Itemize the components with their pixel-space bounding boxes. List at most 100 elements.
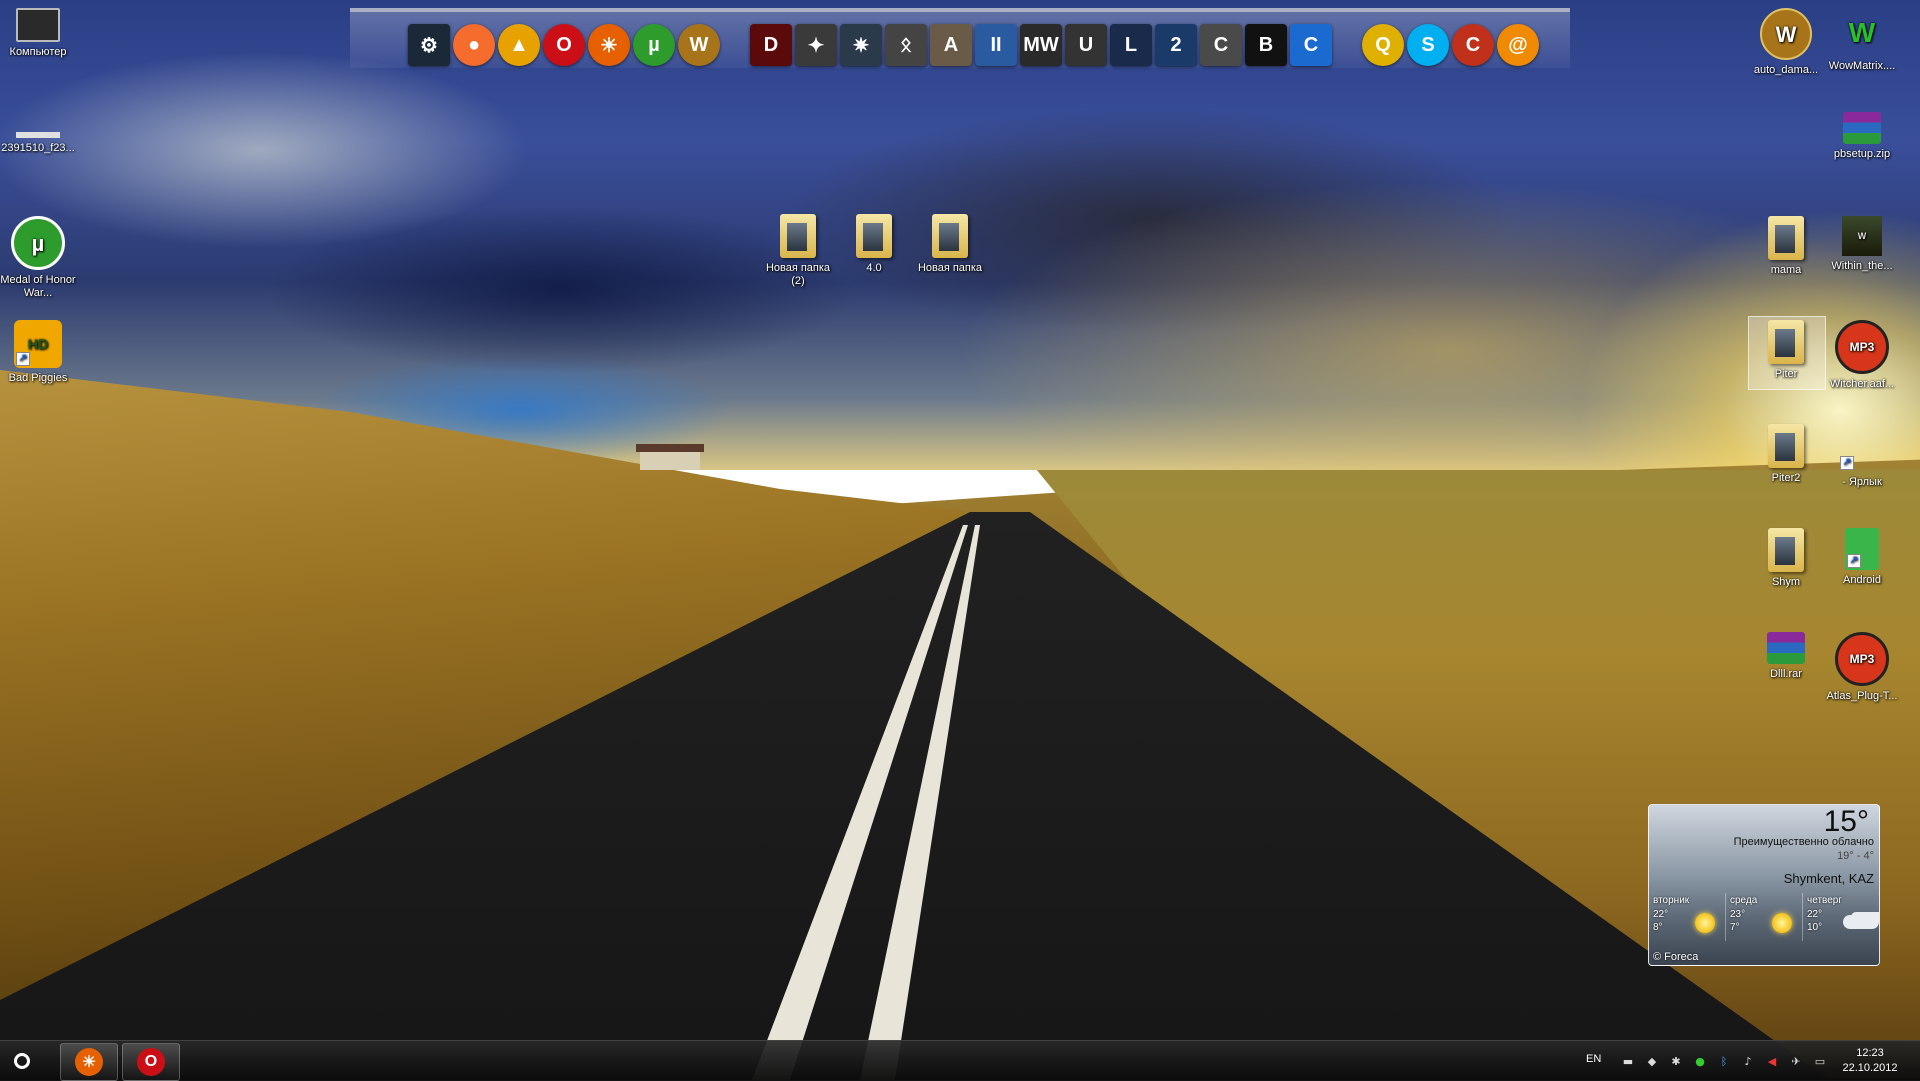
forecast-day: четверг 22° 10°	[1803, 893, 1879, 941]
firefox-icon[interactable]: ☀	[588, 24, 630, 66]
desktop-icon-label: auto_dama...	[1753, 64, 1819, 76]
crysis-icon[interactable]: C	[1200, 24, 1242, 66]
desktop-icon-wowmatrix[interactable]: W WowMatrix....	[1824, 8, 1900, 73]
witcher-icon[interactable]: ✦	[795, 24, 837, 66]
network-icon[interactable]: ▬	[1620, 1053, 1636, 1069]
shortcut-arrow-icon: ↗	[16, 352, 30, 366]
skype-icon[interactable]: S	[1407, 24, 1449, 66]
desktop-icon-pbsetup[interactable]: pbsetup.zip	[1824, 112, 1900, 161]
bluetooth-icon[interactable]: ᛒ	[1716, 1053, 1732, 1069]
desktop-icon-label: mama	[1770, 264, 1802, 276]
desktop-icon-label: Shym	[1771, 576, 1801, 588]
desktop-icon-label: Piter2	[1771, 472, 1801, 484]
desktop-icon-label: pbsetup.zip	[1833, 148, 1891, 160]
desktop-icon-atlas-plug[interactable]: MP3 Atlas_Plug-T...	[1824, 632, 1900, 703]
updates-icon[interactable]: ✈	[1788, 1053, 1804, 1069]
piggies-icon: HD ↗	[14, 320, 62, 368]
desktop-icon-folder-4-0[interactable]: 4.0	[836, 214, 912, 275]
lol-icon[interactable]: L	[1110, 24, 1152, 66]
desktop-icon-label: Компьютер	[9, 46, 67, 58]
mafia-icon[interactable]: II	[975, 24, 1017, 66]
desktop-icon-label: Witcher.aaf...	[1829, 378, 1895, 390]
desktop-icon-witcher-mp3[interactable]: MP3 Witcher.aaf...	[1824, 320, 1900, 391]
forecast-day: среда 23° 7°	[1726, 893, 1803, 941]
system-tray: ▬ ◆ ✱ ● ᛒ ♪ ◀ ✈ ▭	[1620, 1053, 1828, 1069]
forecast-low: 8°	[1653, 922, 1663, 933]
weather-range: 19° - 4°	[1837, 850, 1874, 862]
dock-separator	[723, 24, 747, 66]
qip-icon[interactable]: Q	[1362, 24, 1404, 66]
clock[interactable]: 12:23 22.10.2012	[1834, 1046, 1906, 1076]
ccleaner-icon[interactable]: C	[1290, 24, 1332, 66]
skyrim-icon[interactable]: ᛟ	[885, 24, 927, 66]
weather-credit[interactable]: © Foreca	[1653, 951, 1698, 963]
mp3-icon: MP3	[1835, 632, 1889, 686]
desktop-icon-yarlyk[interactable]: ↗ - Ярлык	[1824, 424, 1900, 489]
mw-icon[interactable]: MW	[1020, 24, 1062, 66]
top-dock: ⚙ ● ▲ O ☀ µ W D ✦ ✷ ᛟ A II MW U L 2 C B C Q S C @	[350, 8, 1570, 68]
desktop-icon-label: WowMatrix....	[1828, 60, 1896, 72]
language-indicator[interactable]: EN	[1586, 1053, 1601, 1065]
taskbar-firefox-button[interactable]: ☀	[60, 1043, 118, 1081]
flag-icon[interactable]: ◀	[1764, 1053, 1780, 1069]
desktop-icon-piter[interactable]: Piter	[1748, 316, 1826, 390]
sun-icon	[1772, 913, 1792, 933]
desktop-icon-label: Within_the...	[1831, 260, 1893, 272]
desktop-wallpaper	[0, 0, 1920, 1080]
opera-icon[interactable]: O	[543, 24, 585, 66]
batman-icon[interactable]: B	[1245, 24, 1287, 66]
desktop-icon-dlll-rar[interactable]: Dlll.rar	[1748, 632, 1824, 681]
desktop-icon-label: - Ярлык	[1842, 476, 1882, 488]
witcher-icon: W	[1842, 216, 1882, 256]
folder-icon	[1768, 216, 1804, 260]
desktop-icon-medal-of-honor[interactable]: µ Medal of Honor War...	[0, 216, 76, 300]
desktop-icon-label: Bad Piggies	[8, 372, 68, 384]
ccleaner-brush-icon[interactable]: C	[1452, 24, 1494, 66]
desktop-icon-bad-piggies[interactable]: HD ↗ Bad Piggies	[0, 320, 76, 385]
weather-gadget[interactable]: 15° Преимущественно облачно 19° - 4° Shy…	[1648, 804, 1880, 966]
desktop-icon-mama[interactable]: mama	[1748, 216, 1824, 277]
diablo-icon[interactable]: D	[750, 24, 792, 66]
bug-icon[interactable]: ✱	[1668, 1053, 1684, 1069]
desktop-icon-new-folder-2[interactable]: Новая папка (2)	[760, 214, 836, 288]
desktop-icon-computer[interactable]: Компьютер	[0, 8, 76, 59]
wow-icon[interactable]: W	[678, 24, 720, 66]
folder-icon	[780, 214, 816, 258]
taskbar-opera-button[interactable]: O	[122, 1043, 180, 1081]
taskbar: ☀ O EN ▬ ◆ ✱ ● ᛒ ♪ ◀ ✈ ▭ 12:23 22.10.2012	[0, 1040, 1920, 1081]
mail-agent-icon[interactable]: @	[1497, 24, 1539, 66]
shortcut-arrow-icon: ↗	[1847, 554, 1861, 568]
desktop-icon-label: Android	[1843, 574, 1881, 586]
origin-icon[interactable]: ●	[453, 24, 495, 66]
info-icon[interactable]: ●	[1692, 1053, 1708, 1069]
folder-icon	[1768, 528, 1804, 572]
aimp-icon[interactable]: ▲	[498, 24, 540, 66]
forecast-high: 22°	[1653, 909, 1669, 920]
forecast-day-name: четверг	[1807, 895, 1842, 906]
desktop-icon-piter2[interactable]: Piter2	[1748, 424, 1824, 485]
unreal-icon[interactable]: U	[1065, 24, 1107, 66]
desktop-icon-label: Medal of Honor War...	[0, 274, 76, 299]
desktop-icon-android[interactable]: ↗ Android	[1824, 528, 1900, 587]
display-icon[interactable]: ▭	[1812, 1053, 1828, 1069]
assassin-icon[interactable]: A	[930, 24, 972, 66]
wallpaper-house	[636, 444, 704, 470]
desktop-icon-new-folder[interactable]: Новая папка	[912, 214, 988, 275]
desktop-icon-within-the[interactable]: W Within_the...	[1824, 216, 1900, 273]
folder-icon	[856, 214, 892, 258]
antivirus-icon[interactable]: ◆	[1644, 1053, 1660, 1069]
archive-icon	[1767, 632, 1805, 664]
start-button[interactable]	[14, 1053, 30, 1069]
starcraft-icon[interactable]: ✷	[840, 24, 882, 66]
portal2-icon[interactable]: 2	[1155, 24, 1197, 66]
android-folder-icon: ↗	[1845, 528, 1879, 570]
desktop-icon-shym[interactable]: Shym	[1748, 528, 1824, 589]
utorrent-icon[interactable]: µ	[633, 24, 675, 66]
steam-icon[interactable]: ⚙	[408, 24, 450, 66]
volume-icon[interactable]: ♪	[1740, 1053, 1756, 1069]
sun-icon	[1695, 913, 1715, 933]
desktop-icon-file-2391510[interactable]: 2391510_f23...	[0, 112, 76, 155]
desktop-icon-auto-dama[interactable]: Wauto_dama...	[1748, 8, 1824, 77]
folder-icon	[932, 214, 968, 258]
wow-icon: W	[1760, 8, 1812, 60]
